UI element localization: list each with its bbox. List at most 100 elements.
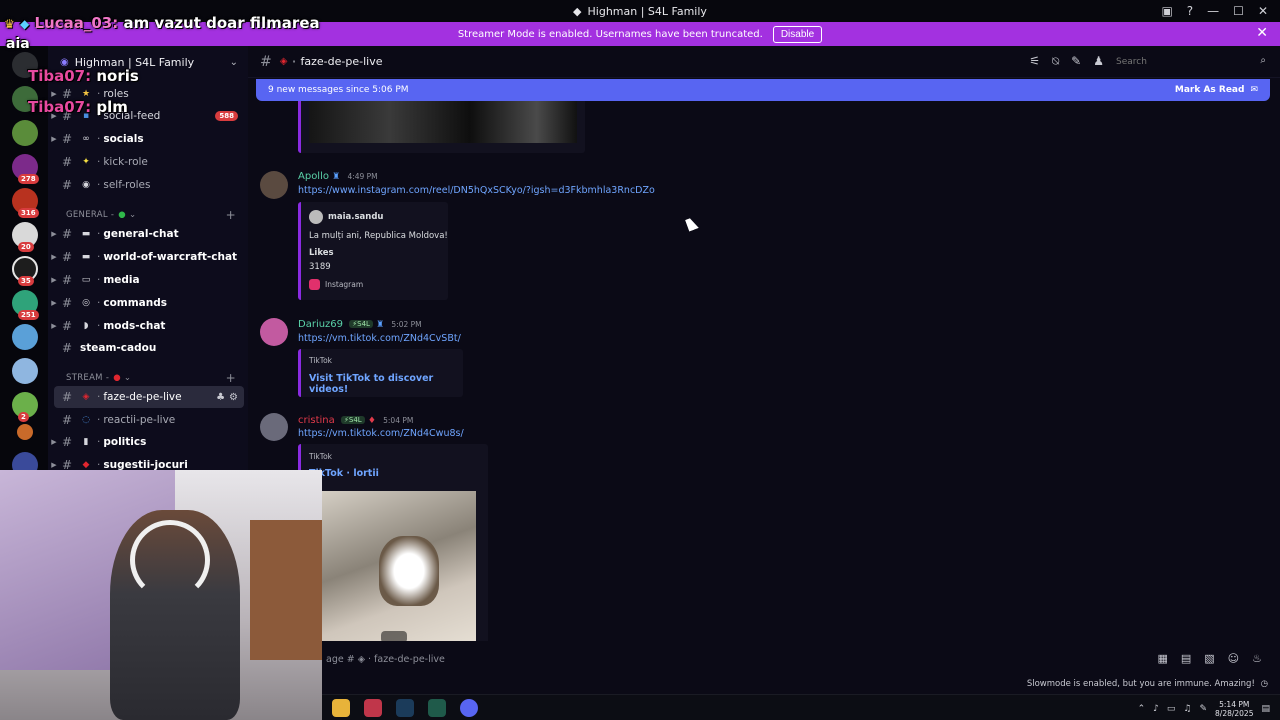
embed-footer: Instagram: [309, 279, 363, 290]
expand-arrow-icon: ▶: [51, 322, 57, 330]
gear-icon[interactable]: ⚙: [229, 392, 238, 403]
expand-arrow-icon: ▶: [51, 253, 57, 261]
network-icon[interactable]: ▭: [1167, 704, 1176, 714]
role-icon: ♜: [376, 320, 385, 330]
sticker-icon[interactable]: ▧: [1204, 652, 1214, 665]
hash-icon: #: [62, 341, 73, 355]
message-author[interactable]: Apollo: [298, 171, 329, 182]
hash-icon: #: [62, 390, 73, 404]
embed-title-link[interactable]: Visit TikTok to discover videos!: [309, 373, 463, 395]
message-input[interactable]: age # ◈ · faze-de-pe-live: [322, 646, 1270, 672]
hash-icon: #: [62, 178, 73, 192]
cat-image: [379, 536, 439, 606]
message-link[interactable]: https://www.instagram.com/reel/DN5hQxSCK…: [298, 185, 655, 196]
embedded-image[interactable]: [309, 101, 577, 143]
channel-steam-cadou[interactable]: # steam-cadou: [48, 337, 248, 359]
channel-general-chat[interactable]: ▶ # ▬ · general-chat: [48, 223, 248, 245]
channel-mods-chat[interactable]: ▶ # ◗ · mods-chat: [48, 315, 248, 337]
discord-icon[interactable]: [460, 699, 478, 717]
invite-icon[interactable]: ♣: [216, 392, 225, 403]
category-general[interactable]: GENERAL - ● ⌄ +: [66, 207, 246, 223]
channel-faze-de-pe-live[interactable]: # ◈ · faze-de-pe-live ♣ ⚙: [54, 386, 244, 408]
server-icon[interactable]: [12, 120, 38, 146]
message-link[interactable]: https://vm.tiktok.com/ZNd4Cwu8s/: [298, 428, 464, 439]
hash-icon: #: [62, 273, 73, 287]
speaker-icon[interactable]: ♪: [1153, 704, 1159, 714]
gif-icon[interactable]: ▤: [1181, 652, 1191, 665]
volume-icon[interactable]: ♫: [1183, 704, 1191, 714]
create-channel-icon[interactable]: +: [226, 371, 236, 385]
channel-reactii-pe-live[interactable]: # ◌ · reactii-pe-live: [48, 409, 248, 431]
message-link[interactable]: https://vm.tiktok.com/ZNd4CvSBt/: [298, 333, 461, 344]
pin-icon[interactable]: ✎: [1071, 54, 1081, 69]
steam-icon[interactable]: [396, 699, 414, 717]
create-channel-icon[interactable]: +: [226, 208, 236, 222]
play-button[interactable]: [381, 631, 407, 641]
inbox-icon[interactable]: ▣: [1161, 4, 1172, 18]
minimize-button[interactable]: —: [1207, 4, 1219, 18]
channel-commands[interactable]: ▶ # ◎ · commands: [48, 292, 248, 314]
channel-emoji: ◌: [82, 415, 90, 425]
member-list-icon[interactable]: ♟: [1093, 54, 1104, 69]
help-icon[interactable]: ?: [1187, 4, 1193, 18]
channel-world-of-warcraft-chat[interactable]: ▶ # ▬ · world-of-warcraft-chat: [48, 246, 248, 268]
timer-icon: ◷: [1260, 679, 1268, 689]
gift-icon[interactable]: ▦: [1157, 652, 1167, 665]
channel-politics[interactable]: ▶ # ▮ · politics: [48, 431, 248, 453]
channel-kick-role[interactable]: # ✦ · kick-role: [48, 151, 248, 173]
search-input[interactable]: [1110, 52, 1270, 72]
embed-field-value: 3189: [309, 262, 331, 272]
avatar[interactable]: [260, 171, 288, 199]
window-controls: ▣ ? — ☐ ✕: [1161, 0, 1280, 22]
channel-emoji-icon: ◈: [279, 56, 288, 67]
hash-icon: #: [62, 250, 73, 264]
mark-as-read-button[interactable]: Mark As Read: [1175, 85, 1245, 95]
maximize-button[interactable]: ☐: [1233, 4, 1244, 18]
channel-label: steam-cadou: [80, 342, 157, 354]
notification-bell-muted-icon[interactable]: ⍉: [1052, 54, 1059, 69]
hash-icon: #: [62, 227, 73, 241]
stream-chat-line: Tiba07: plm: [28, 98, 128, 116]
webcam-overlay: [0, 470, 322, 720]
chevron-down-icon: ⌄: [229, 56, 238, 68]
threads-icon[interactable]: ⚟: [1029, 54, 1040, 69]
green-circle-icon: ●: [118, 210, 126, 220]
channel-self-roles[interactable]: # ◉ · self-roles: [48, 174, 248, 196]
notifications-icon[interactable]: ▤: [1261, 704, 1270, 714]
message-list: Apollo ♜ 4:49 PM https://www.instagram.c…: [248, 101, 1268, 641]
emoji-icon[interactable]: ☺: [1228, 652, 1239, 665]
hash-icon: #: [62, 155, 73, 169]
server-icon[interactable]: [12, 358, 38, 384]
apps-icon[interactable]: ♨: [1252, 652, 1262, 665]
avatar[interactable]: [260, 318, 288, 346]
category-stream[interactable]: STREAM - ● ⌄ +: [66, 370, 246, 386]
chevron-up-icon[interactable]: ⌃: [1138, 704, 1146, 714]
new-messages-text: 9 new messages since 5:06 PM: [268, 85, 409, 95]
message-header: Apollo ♜ 4:49 PM: [298, 171, 378, 182]
close-banner-icon[interactable]: ✕: [1256, 25, 1268, 41]
message-author[interactable]: cristina: [298, 415, 335, 426]
embed-author[interactable]: maia.sandu: [309, 210, 383, 224]
server-icon[interactable]: [17, 424, 33, 440]
pen-icon[interactable]: ✎: [1199, 704, 1207, 714]
channel-socials[interactable]: ▶ # ∞ · socials: [48, 128, 248, 150]
app-icon[interactable]: [364, 699, 382, 717]
app-icon[interactable]: [428, 699, 446, 717]
file-explorer-icon[interactable]: [332, 699, 350, 717]
avatar[interactable]: [260, 413, 288, 441]
category-label: STREAM -: [66, 373, 110, 383]
chat-header: # ◈ · faze-de-pe-live ⚟ ⍉ ✎ ♟ ⌕: [248, 46, 1280, 78]
server-tag: ⚡S4L: [349, 320, 373, 328]
channel-media[interactable]: ▶ # ▭ · media: [48, 269, 248, 291]
system-clock[interactable]: 5:14 PM 8/28/2025: [1215, 700, 1253, 718]
server-icon[interactable]: [12, 324, 38, 350]
tiktok-embed: TikTok Visit TikTok to discover videos!: [298, 349, 463, 397]
role-icon: ♜: [332, 172, 341, 182]
message-author[interactable]: Dariuz69: [298, 319, 343, 330]
video-thumbnail[interactable]: [309, 491, 476, 641]
composer-toolbar: ▦ ▤ ▧ ☺ ♨: [1157, 652, 1262, 665]
close-window-button[interactable]: ✕: [1258, 4, 1268, 18]
new-messages-bar[interactable]: 9 new messages since 5:06 PM Mark As Rea…: [256, 79, 1270, 101]
disable-streamer-mode-button[interactable]: Disable: [772, 25, 823, 43]
image-embed[interactable]: [298, 101, 585, 153]
